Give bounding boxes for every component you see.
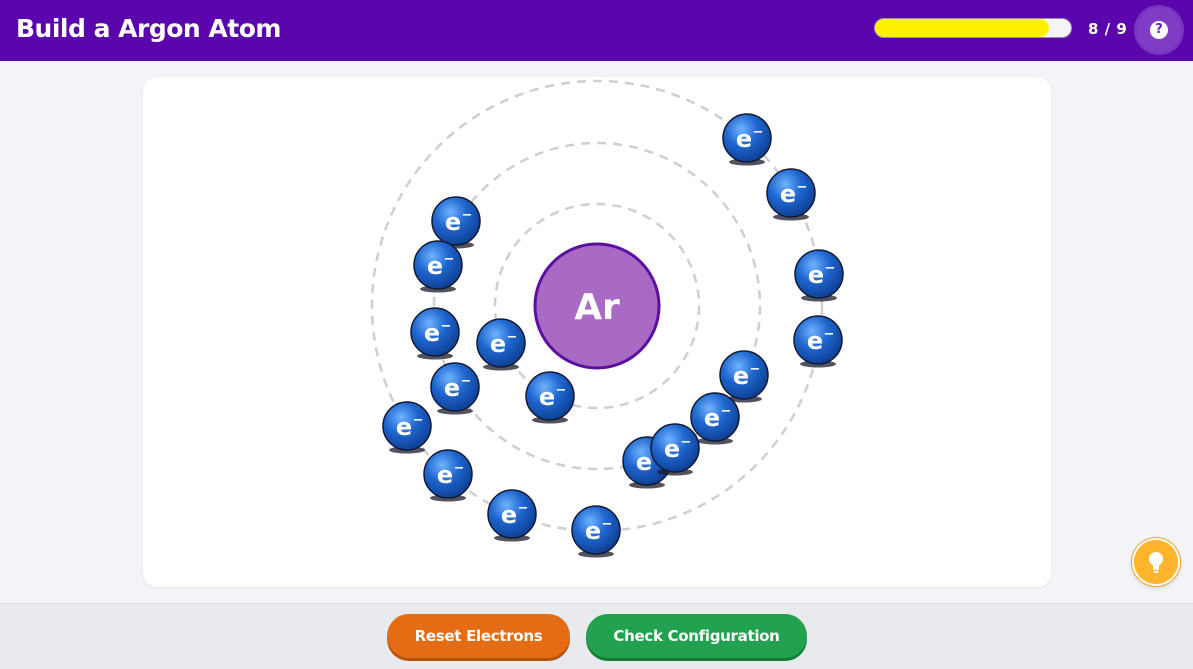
electron-charge: − (507, 330, 518, 345)
electron[interactable]: e− (690, 392, 740, 445)
question-icon: ? (1150, 21, 1168, 39)
electron-label: e (424, 319, 440, 347)
electron-charge: − (454, 461, 465, 476)
page-title: Build a Argon Atom (16, 14, 281, 43)
electron-charge: − (602, 517, 613, 532)
electron-charge: − (461, 374, 472, 389)
electron-label: e (733, 362, 749, 390)
electron-label: e (539, 383, 555, 411)
electron-charge: − (721, 404, 732, 419)
electron[interactable]: e− (571, 505, 621, 558)
reset-electrons-button[interactable]: Reset Electrons (387, 614, 570, 658)
electron[interactable]: e− (766, 168, 816, 221)
electron-charge: − (556, 383, 567, 398)
electron-charge: − (753, 125, 764, 140)
electron-label: e (664, 435, 680, 463)
electron-label: e (501, 501, 517, 529)
progress-label: 8 / 9 (1088, 20, 1128, 38)
electron-charge: − (444, 252, 455, 267)
electron[interactable]: e− (722, 113, 772, 166)
hint-button[interactable] (1132, 538, 1180, 586)
electron[interactable]: e− (794, 249, 844, 302)
electron[interactable]: e− (476, 318, 526, 371)
electron-label: e (445, 208, 461, 236)
electron-charge: − (441, 319, 452, 334)
electron-charge: − (825, 261, 836, 276)
electron-label: e (427, 252, 443, 280)
help-button[interactable]: ? (1137, 8, 1181, 52)
electron-label: e (736, 125, 752, 153)
lightbulb-icon (1149, 552, 1163, 573)
electron[interactable]: e− (525, 371, 575, 424)
electron-charge: − (462, 208, 473, 223)
electron-label: e (807, 327, 823, 355)
nucleus: Ar (533, 242, 661, 370)
electron-label: e (780, 180, 796, 208)
check-configuration-button[interactable]: Check Configuration (586, 614, 807, 658)
electron[interactable]: e− (423, 449, 473, 502)
electron-charge: − (413, 413, 424, 428)
nucleus-symbol: Ar (574, 287, 620, 328)
electron[interactable]: e− (430, 362, 480, 415)
electron-label: e (704, 404, 720, 432)
electron-label: e (437, 461, 453, 489)
electron-charge: − (797, 180, 808, 195)
electron-label: e (444, 374, 460, 402)
top-bar: Build a Argon Atom 8 / 9 ? (0, 0, 1193, 61)
electron-charge: − (518, 501, 529, 516)
electron-label: e (808, 261, 824, 289)
atom-workspace: Ar e−e−e−e−e−e−e−e−e−e−e−e−e−e−e−e−e−e− (143, 77, 1051, 587)
electron-label: e (396, 413, 412, 441)
electron-label: e (585, 517, 601, 545)
electron[interactable]: e− (793, 315, 843, 368)
atom-diagram: Ar e−e−e−e−e−e−e−e−e−e−e−e−e−e−e−e−e−e− (370, 79, 844, 558)
electron[interactable]: e− (487, 489, 537, 542)
electron[interactable]: e− (382, 401, 432, 454)
electron[interactable]: e− (410, 307, 460, 360)
electron-charge: − (681, 435, 692, 450)
electron-label: e (636, 448, 652, 476)
progress-bar (874, 18, 1072, 38)
electron-label: e (490, 330, 506, 358)
progress-fill (875, 19, 1050, 37)
electron-charge: − (750, 362, 761, 377)
electron[interactable]: e− (413, 240, 463, 293)
electron[interactable]: e− (719, 350, 769, 403)
electron-charge: − (824, 327, 835, 342)
